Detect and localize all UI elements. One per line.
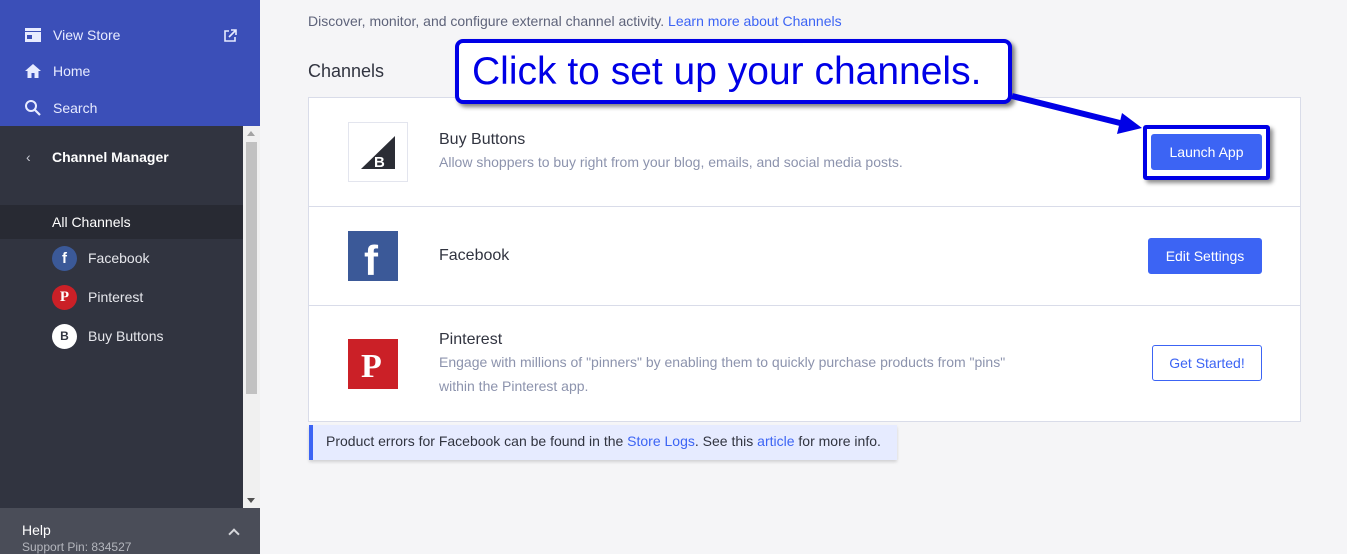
support-pin: Support Pin: 834527 (22, 540, 132, 554)
channel-row-facebook: f Facebook Edit Settings (309, 207, 1300, 306)
article-link[interactable]: article (757, 433, 794, 449)
home-label: Home (53, 63, 91, 79)
help-footer[interactable]: Help Support Pin: 834527 (0, 508, 260, 554)
sidebar-item-all-channels[interactable]: All Channels (0, 205, 243, 239)
store-logs-link[interactable]: Store Logs (627, 433, 695, 449)
sidebar-item-buy-buttons[interactable]: B Buy Buttons (52, 323, 164, 349)
scrollbar-thumb[interactable] (246, 142, 257, 394)
channel-name: Facebook (439, 247, 510, 264)
channel-description: Engage with millions of "pinners" by ena… (439, 354, 1006, 394)
learn-more-link[interactable]: Learn more about Channels (668, 13, 842, 29)
pinterest-logo: P (348, 339, 398, 389)
svg-text:B: B (374, 154, 385, 171)
page-description: Discover, monitor, and configure externa… (308, 13, 842, 29)
channel-name: Buy Buttons (439, 131, 526, 148)
sidebar: View Store Home Search ‹ Channel Manager… (0, 0, 260, 554)
facebook-icon: f (52, 245, 77, 271)
sidebar-top-nav: View Store Home Search (0, 0, 260, 126)
sidebar-item-label: All Channels (52, 214, 131, 230)
channel-name: Pinterest (439, 331, 503, 348)
back-chevron-icon[interactable]: ‹ (26, 149, 31, 165)
sidebar-scroll-area (0, 126, 260, 508)
scroll-up-arrow-icon[interactable] (247, 131, 255, 136)
edit-settings-button[interactable]: Edit Settings (1148, 238, 1262, 274)
channel-description: Allow shoppers to buy right from your bl… (439, 154, 903, 170)
channels-heading: Channels (308, 61, 385, 81)
sidebar-item-pinterest[interactable]: P Pinterest (52, 284, 143, 310)
svg-text:P: P (361, 348, 382, 385)
home-icon (24, 62, 42, 80)
sidebar-item-facebook[interactable]: f Facebook (52, 245, 149, 271)
facebook-errors-notice: Product errors for Facebook can be found… (309, 425, 897, 460)
buy-buttons-icon: B (52, 323, 77, 349)
svg-text:f: f (364, 237, 379, 281)
chevron-up-icon[interactable] (228, 528, 240, 540)
get-started-button[interactable]: Get Started! (1152, 345, 1262, 381)
scroll-down-arrow-icon[interactable] (247, 498, 255, 503)
search-link[interactable]: Search (24, 96, 97, 120)
search-icon (24, 99, 42, 117)
view-store-label: View Store (53, 27, 121, 43)
sidebar-item-label: Facebook (88, 250, 150, 266)
annotation-highlight-box (1143, 125, 1270, 180)
facebook-logo: f (348, 231, 398, 284)
help-label: Help (22, 522, 51, 538)
external-link-icon[interactable] (222, 28, 238, 44)
sidebar-item-label: Buy Buttons (88, 328, 164, 344)
pinterest-icon: P (52, 284, 77, 310)
channel-row-pinterest: P Pinterest Engage with millions of "pin… (309, 306, 1300, 422)
view-store-link[interactable]: View Store (24, 23, 120, 47)
home-link[interactable]: Home (24, 59, 90, 83)
sidebar-item-label: Pinterest (88, 289, 144, 305)
store-icon (24, 26, 42, 44)
bigcommerce-logo: B (348, 122, 408, 182)
annotation-callout: Click to set up your channels. (455, 39, 1012, 104)
search-label: Search (53, 100, 98, 116)
sidebar-scrollbar[interactable] (243, 126, 260, 508)
channel-manager-title: Channel Manager (52, 149, 169, 165)
